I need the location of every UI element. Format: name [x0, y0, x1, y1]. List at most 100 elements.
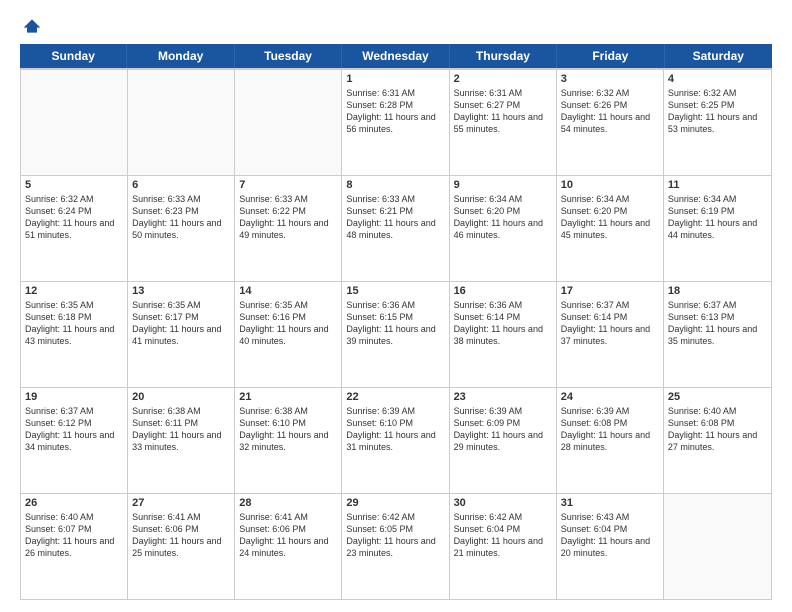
day-info-29: Sunrise: 6:42 AM Sunset: 6:05 PM Dayligh… [346, 511, 444, 560]
logo [20, 16, 42, 36]
day-cell-8: 8Sunrise: 6:33 AM Sunset: 6:21 PM Daylig… [342, 176, 449, 281]
day-info-30: Sunrise: 6:42 AM Sunset: 6:04 PM Dayligh… [454, 511, 552, 560]
day-cell-27: 27Sunrise: 6:41 AM Sunset: 6:06 PM Dayli… [128, 494, 235, 599]
day-info-8: Sunrise: 6:33 AM Sunset: 6:21 PM Dayligh… [346, 193, 444, 242]
day-info-17: Sunrise: 6:37 AM Sunset: 6:14 PM Dayligh… [561, 299, 659, 348]
day-info-15: Sunrise: 6:36 AM Sunset: 6:15 PM Dayligh… [346, 299, 444, 348]
day-number-30: 30 [454, 497, 552, 509]
day-number-2: 2 [454, 73, 552, 85]
day-cell-6: 6 Sunrise: 6:33 AM Sunset: 6:23 PM Daylig… [128, 176, 235, 281]
day-number-25: 25 [668, 391, 767, 403]
empty-cell-w4c6 [664, 494, 771, 599]
day-number-1: 1 [346, 73, 444, 85]
calendar-row-5: 26 Sunrise: 6:40 AM Sunset: 6:07 PM Dayli… [21, 494, 771, 599]
day-info-3: Sunrise: 6:32 AM Sunset: 6:26 PM Dayligh… [561, 87, 659, 136]
weekday-header-saturday: Saturday [665, 44, 772, 68]
day-info-20: Sunrise: 6:38 AM Sunset: 6:11 PM Dayligh… [132, 405, 230, 454]
empty-cell-w0c1 [128, 70, 235, 175]
day-number-5: 5 [25, 179, 123, 191]
day-info-31: Sunrise: 6:43 AM Sunset: 6:04 PM Dayligh… [561, 511, 659, 560]
day-info-28: Sunrise: 6:41 AM Sunset: 6:06 PM Dayligh… [239, 511, 337, 560]
weekday-header-sunday: Sunday [20, 44, 127, 68]
day-number-27: 27 [132, 497, 230, 509]
day-info-12: Sunrise: 6:35 AM Sunset: 6:18 PM Dayligh… [25, 299, 123, 348]
day-cell-26: 26 Sunrise: 6:40 AM Sunset: 6:07 PM Dayli… [21, 494, 128, 599]
day-number-3: 3 [561, 73, 659, 85]
calendar-row-4: 19 Sunrise: 6:37 AM Sunset: 6:12 PM Dayli… [21, 388, 771, 494]
day-info-22: Sunrise: 6:39 AM Sunset: 6:10 PM Dayligh… [346, 405, 444, 454]
day-cell-1: 1 Sunrise: 6:31 AM Sunset: 6:28 PM Daylig… [342, 70, 449, 175]
day-info-10: Sunrise: 6:34 AM Sunset: 6:20 PM Dayligh… [561, 193, 659, 242]
day-number-4: 4 [668, 73, 767, 85]
weekday-header-thursday: Thursday [450, 44, 557, 68]
empty-cell-w0c0 [21, 70, 128, 175]
day-cell-17: 17 Sunrise: 6:37 AM Sunset: 6:14 PM Dayli… [557, 282, 664, 387]
day-number-22: 22 [346, 391, 444, 403]
day-info-6: Sunrise: 6:33 AM Sunset: 6:23 PM Dayligh… [132, 193, 230, 242]
day-info-14: Sunrise: 6:35 AM Sunset: 6:16 PM Dayligh… [239, 299, 337, 348]
day-cell-15: 15 Sunrise: 6:36 AM Sunset: 6:15 PM Dayli… [342, 282, 449, 387]
day-cell-18: 18 Sunrise: 6:37 AM Sunset: 6:13 PM Dayli… [664, 282, 771, 387]
day-cell-30: 30 Sunrise: 6:42 AM Sunset: 6:04 PM Dayli… [450, 494, 557, 599]
day-number-28: 28 [239, 497, 337, 509]
day-number-7: 7 [239, 179, 337, 191]
day-number-11: 11 [668, 179, 767, 191]
calendar-row-1: 1 Sunrise: 6:31 AM Sunset: 6:28 PM Daylig… [21, 69, 771, 176]
day-cell-9: 9Sunrise: 6:34 AM Sunset: 6:20 PM Daylig… [450, 176, 557, 281]
day-cell-2: 2 Sunrise: 6:31 AM Sunset: 6:27 PM Daylig… [450, 70, 557, 175]
day-number-19: 19 [25, 391, 123, 403]
day-cell-22: 22 Sunrise: 6:39 AM Sunset: 6:10 PM Dayli… [342, 388, 449, 493]
day-info-2: Sunrise: 6:31 AM Sunset: 6:27 PM Dayligh… [454, 87, 552, 136]
day-number-14: 14 [239, 285, 337, 297]
day-cell-16: 16 Sunrise: 6:36 AM Sunset: 6:14 PM Dayli… [450, 282, 557, 387]
day-info-26: Sunrise: 6:40 AM Sunset: 6:07 PM Dayligh… [25, 511, 123, 560]
calendar-body: 1 Sunrise: 6:31 AM Sunset: 6:28 PM Daylig… [20, 68, 772, 600]
logo-icon [22, 16, 42, 36]
day-number-24: 24 [561, 391, 659, 403]
day-number-26: 26 [25, 497, 123, 509]
day-number-31: 31 [561, 497, 659, 509]
day-info-24: Sunrise: 6:39 AM Sunset: 6:08 PM Dayligh… [561, 405, 659, 454]
weekday-header-friday: Friday [557, 44, 664, 68]
day-info-1: Sunrise: 6:31 AM Sunset: 6:28 PM Dayligh… [346, 87, 444, 136]
day-info-19: Sunrise: 6:37 AM Sunset: 6:12 PM Dayligh… [25, 405, 123, 454]
weekday-header-wednesday: Wednesday [342, 44, 449, 68]
day-cell-23: 23 Sunrise: 6:39 AM Sunset: 6:09 PM Dayli… [450, 388, 557, 493]
calendar-row-3: 12 Sunrise: 6:35 AM Sunset: 6:18 PM Dayli… [21, 282, 771, 388]
day-cell-7: 7Sunrise: 6:33 AM Sunset: 6:22 PM Daylig… [235, 176, 342, 281]
day-cell-12: 12 Sunrise: 6:35 AM Sunset: 6:18 PM Dayli… [21, 282, 128, 387]
day-number-12: 12 [25, 285, 123, 297]
weekday-header-tuesday: Tuesday [235, 44, 342, 68]
day-info-23: Sunrise: 6:39 AM Sunset: 6:09 PM Dayligh… [454, 405, 552, 454]
day-cell-10: 10Sunrise: 6:34 AM Sunset: 6:20 PM Dayli… [557, 176, 664, 281]
day-cell-4: 4 Sunrise: 6:32 AM Sunset: 6:25 PM Daylig… [664, 70, 771, 175]
day-cell-28: 28 Sunrise: 6:41 AM Sunset: 6:06 PM Dayli… [235, 494, 342, 599]
day-cell-29: 29 Sunrise: 6:42 AM Sunset: 6:05 PM Dayli… [342, 494, 449, 599]
day-number-29: 29 [346, 497, 444, 509]
day-info-16: Sunrise: 6:36 AM Sunset: 6:14 PM Dayligh… [454, 299, 552, 348]
day-info-21: Sunrise: 6:38 AM Sunset: 6:10 PM Dayligh… [239, 405, 337, 454]
day-cell-25: 25Sunrise: 6:40 AM Sunset: 6:08 PM Dayli… [664, 388, 771, 493]
day-number-23: 23 [454, 391, 552, 403]
day-number-16: 16 [454, 285, 552, 297]
day-number-15: 15 [346, 285, 444, 297]
day-number-17: 17 [561, 285, 659, 297]
day-info-9: Sunrise: 6:34 AM Sunset: 6:20 PM Dayligh… [454, 193, 552, 242]
day-info-13: Sunrise: 6:35 AM Sunset: 6:17 PM Dayligh… [132, 299, 230, 348]
empty-cell-w0c2 [235, 70, 342, 175]
day-info-4: Sunrise: 6:32 AM Sunset: 6:25 PM Dayligh… [668, 87, 767, 136]
day-number-6: 6 [132, 179, 230, 191]
calendar-header: SundayMondayTuesdayWednesdayThursdayFrid… [20, 44, 772, 68]
day-cell-19: 19 Sunrise: 6:37 AM Sunset: 6:12 PM Dayli… [21, 388, 128, 493]
header [20, 16, 772, 36]
day-info-11: Sunrise: 6:34 AM Sunset: 6:19 PM Dayligh… [668, 193, 767, 242]
day-info-5: Sunrise: 6:32 AM Sunset: 6:24 PM Dayligh… [25, 193, 123, 242]
day-info-18: Sunrise: 6:37 AM Sunset: 6:13 PM Dayligh… [668, 299, 767, 348]
day-cell-5: 5 Sunrise: 6:32 AM Sunset: 6:24 PM Daylig… [21, 176, 128, 281]
day-cell-21: 21Sunrise: 6:38 AM Sunset: 6:10 PM Dayli… [235, 388, 342, 493]
day-cell-13: 13Sunrise: 6:35 AM Sunset: 6:17 PM Dayli… [128, 282, 235, 387]
day-cell-31: 31 Sunrise: 6:43 AM Sunset: 6:04 PM Dayli… [557, 494, 664, 599]
day-number-20: 20 [132, 391, 230, 403]
day-cell-3: 3 Sunrise: 6:32 AM Sunset: 6:26 PM Daylig… [557, 70, 664, 175]
day-number-18: 18 [668, 285, 767, 297]
